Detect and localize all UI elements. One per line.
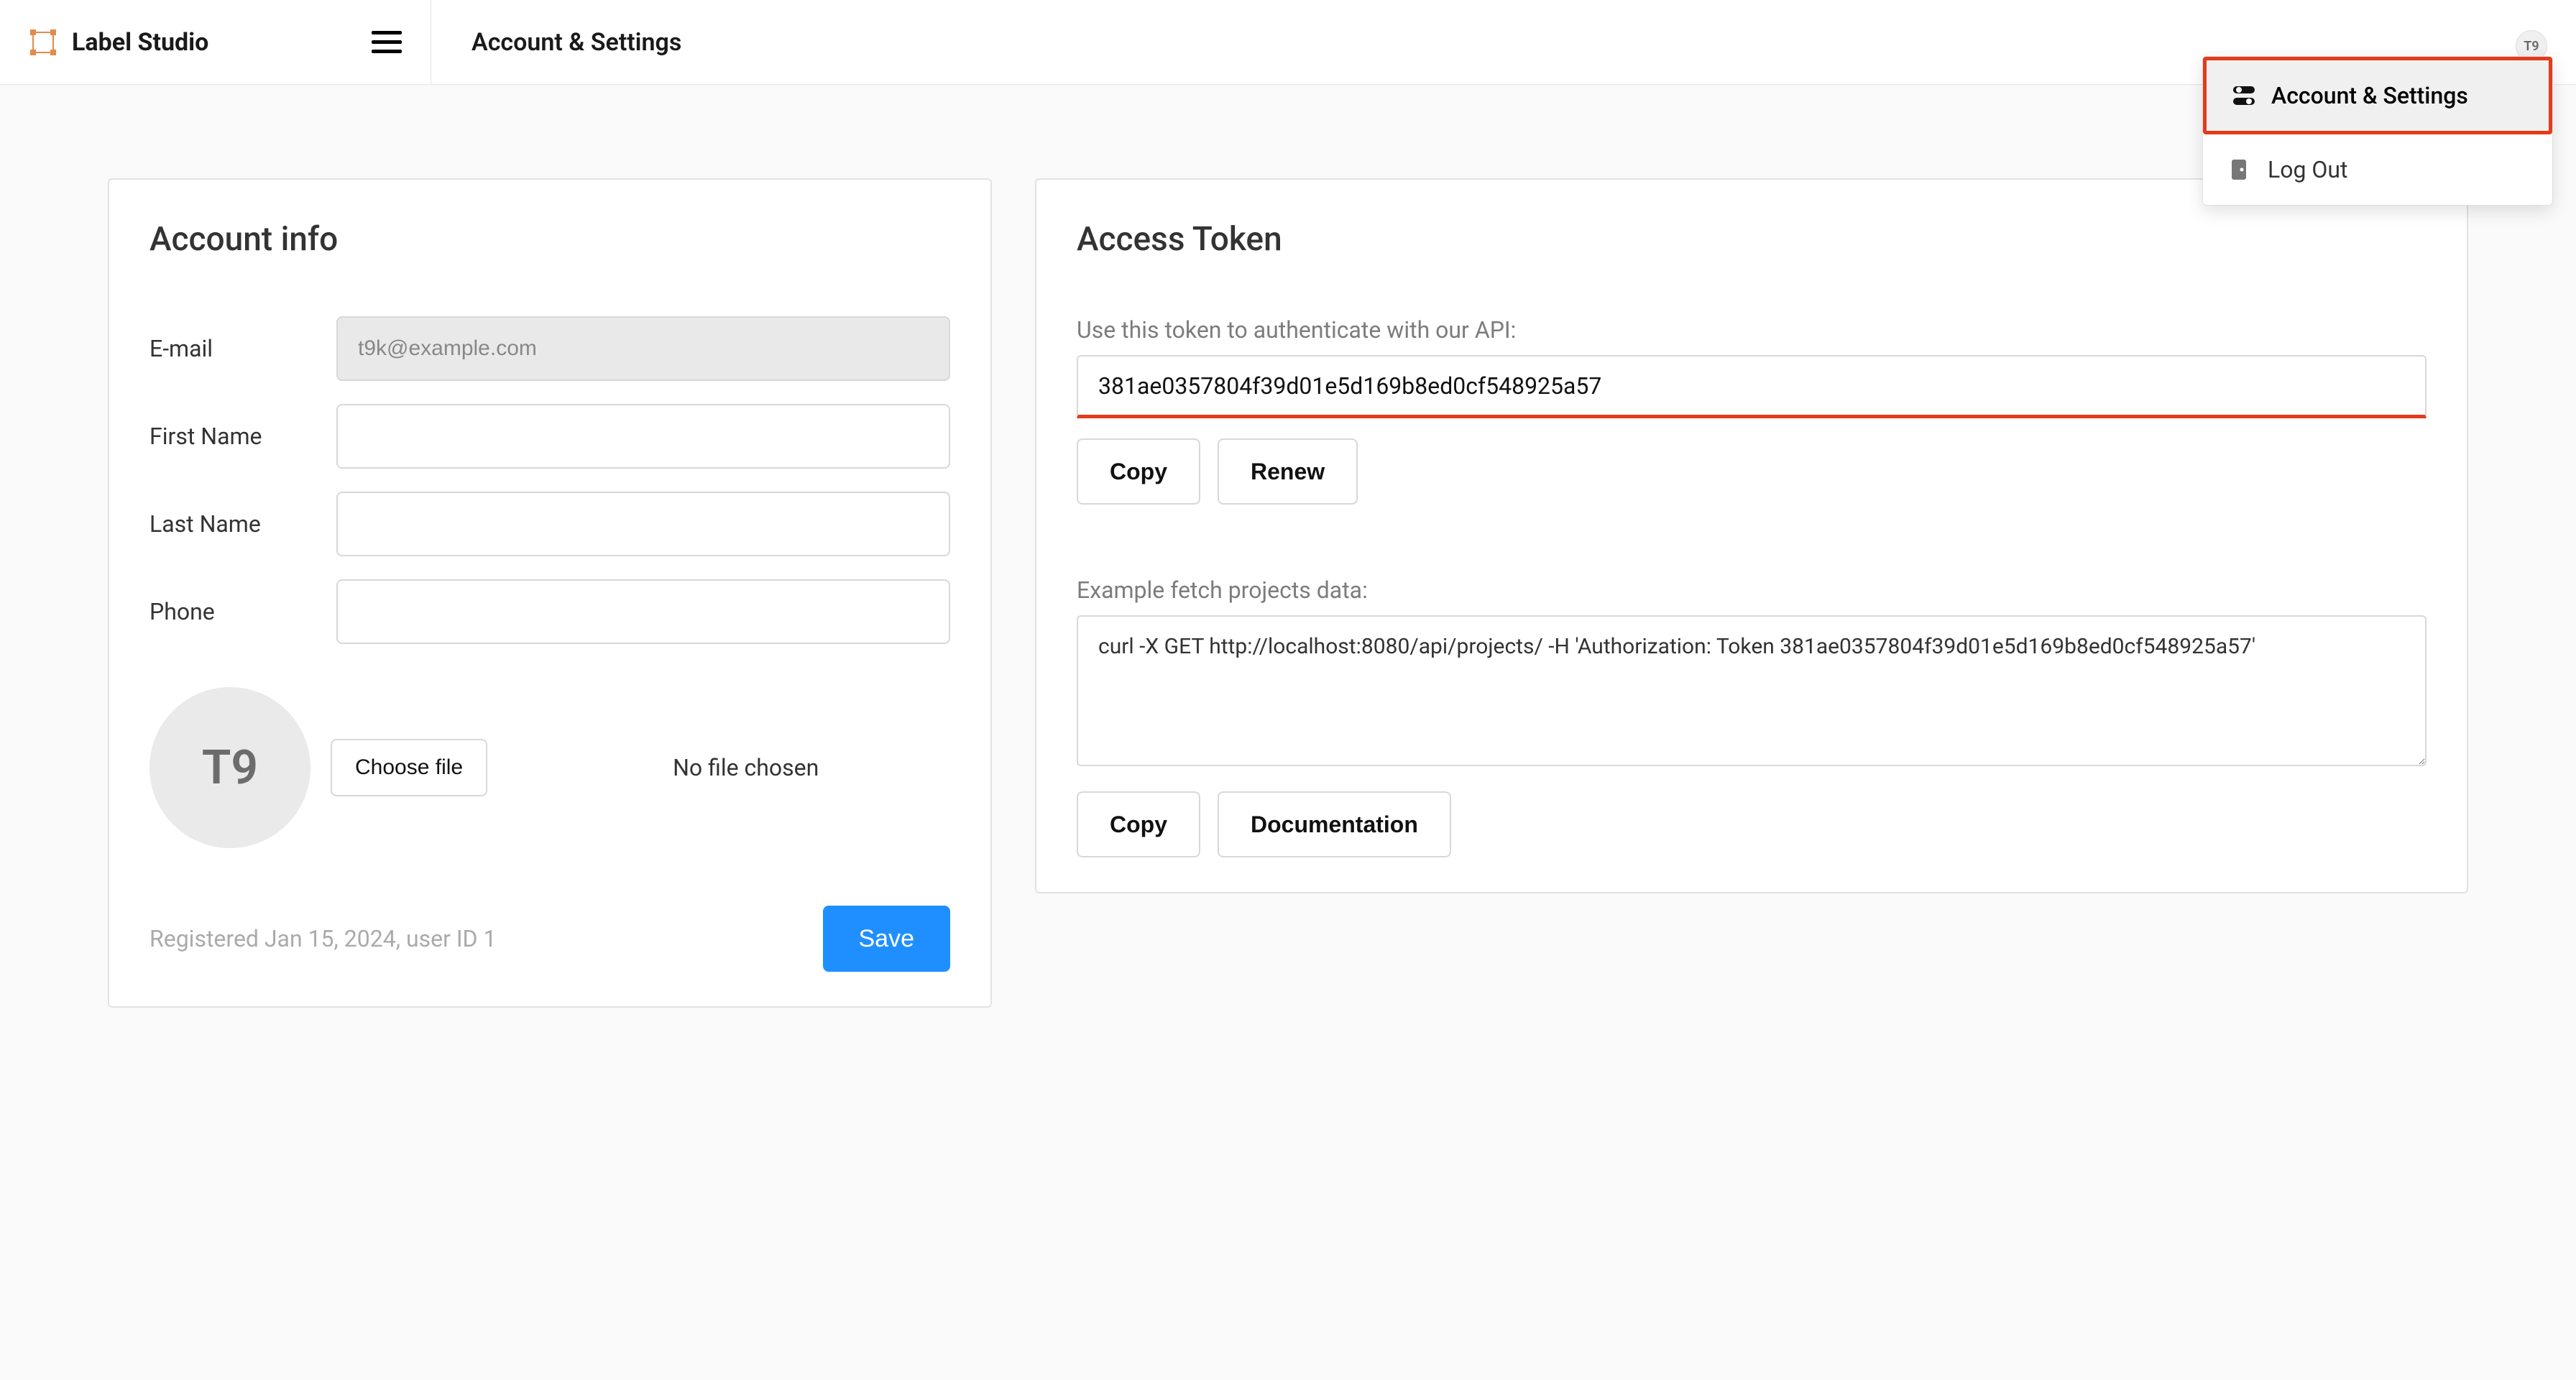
- avatar-initials: T9: [202, 740, 258, 796]
- example-buttons: Copy Documentation: [1077, 791, 2426, 857]
- user-dropdown: Account & Settings Log Out: [2202, 56, 2553, 206]
- main-content: Account info E-mail First Name Last Name…: [0, 85, 2576, 1101]
- email-row: E-mail: [150, 316, 950, 381]
- email-field: [336, 316, 950, 381]
- avatar-large: T9: [150, 687, 310, 848]
- app-header: Label Studio Account & Settings T9 Accou…: [0, 0, 2576, 85]
- token-value: 381ae0357804f39d01e5d169b8ed0cf548925a57: [1098, 372, 1601, 400]
- app-name: Label Studio: [72, 28, 208, 57]
- renew-token-label: Renew: [1251, 459, 1325, 485]
- last-name-field[interactable]: [336, 492, 950, 556]
- documentation-button[interactable]: Documentation: [1218, 791, 1451, 857]
- copy-token-button[interactable]: Copy: [1077, 438, 1200, 505]
- example-label: Example fetch projects data:: [1077, 576, 2426, 604]
- dropdown-logout[interactable]: Log Out: [2203, 134, 2552, 205]
- token-buttons: Copy Renew: [1077, 438, 2426, 505]
- dropdown-account-label: Account & Settings: [2271, 82, 2468, 109]
- token-field[interactable]: 381ae0357804f39d01e5d169b8ed0cf548925a57: [1077, 355, 2426, 418]
- documentation-label: Documentation: [1251, 811, 1418, 838]
- page-title: Account & Settings: [431, 28, 681, 57]
- registered-meta: Registered Jan 15, 2024, user ID 1: [150, 925, 496, 952]
- logo[interactable]: Label Studio: [29, 28, 208, 57]
- first-name-row: First Name: [150, 404, 950, 469]
- save-label: Save: [859, 925, 915, 953]
- copy-token-label: Copy: [1110, 459, 1167, 485]
- access-token-title: Access Token: [1077, 220, 2426, 259]
- phone-row: Phone: [150, 579, 950, 644]
- logo-icon: [29, 28, 58, 57]
- avatar-row: T9 Choose file No file chosen: [150, 687, 950, 848]
- copy-example-button[interactable]: Copy: [1077, 791, 1200, 857]
- token-description: Use this token to authenticate with our …: [1077, 316, 2426, 344]
- access-token-card: Access Token Use this token to authentic…: [1035, 178, 2468, 893]
- last-name-label: Last Name: [150, 510, 336, 538]
- choose-file-label: Choose file: [355, 755, 463, 780]
- dropdown-logout-label: Log Out: [2268, 156, 2348, 183]
- dropdown-account-settings[interactable]: Account & Settings: [2203, 57, 2552, 134]
- hamburger-menu-icon[interactable]: [372, 31, 402, 53]
- account-footer: Registered Jan 15, 2024, user ID 1 Save: [150, 906, 950, 972]
- header-left: Label Studio: [0, 0, 431, 84]
- phone-label: Phone: [150, 598, 336, 625]
- email-label: E-mail: [150, 335, 336, 362]
- account-info-card: Account info E-mail First Name Last Name…: [108, 178, 992, 1008]
- settings-toggle-icon: [2231, 83, 2257, 109]
- copy-example-label: Copy: [1110, 811, 1167, 838]
- last-name-row: Last Name: [150, 492, 950, 556]
- first-name-field[interactable]: [336, 404, 950, 469]
- first-name-label: First Name: [150, 423, 336, 450]
- renew-token-button[interactable]: Renew: [1218, 438, 1358, 505]
- logout-icon: [2227, 157, 2253, 183]
- save-button[interactable]: Save: [823, 906, 951, 972]
- phone-field[interactable]: [336, 579, 950, 644]
- avatar-chip-initials: T9: [2524, 39, 2539, 54]
- example-textarea[interactable]: [1077, 615, 2426, 766]
- file-status: No file chosen: [673, 754, 819, 781]
- choose-file-button[interactable]: Choose file: [331, 739, 487, 796]
- account-info-title: Account info: [150, 220, 950, 259]
